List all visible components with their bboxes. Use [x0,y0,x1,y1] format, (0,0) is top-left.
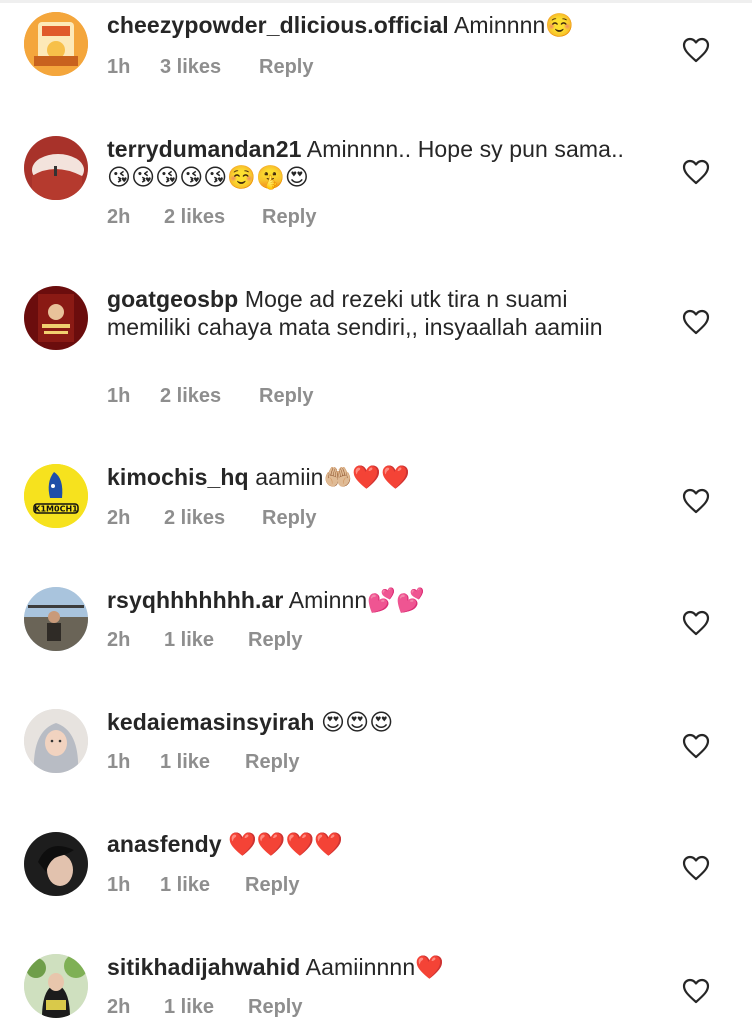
comment-emoji: ❤️ [415,955,444,981]
garden-person-avatar-icon [24,954,88,1018]
avatar[interactable] [24,832,88,896]
comment-likes[interactable]: 1 like [160,874,245,897]
comment-likes[interactable]: 2 likes [164,507,262,530]
comment-message: aamiin [255,464,324,490]
comment-likes[interactable]: 1 like [164,996,248,1019]
snack-product-avatar-icon [24,12,88,76]
comment-message: Aamiinnnn [305,954,416,980]
like-heart-icon[interactable] [682,159,710,185]
comment-emoji: ❤️❤️❤️❤️ [228,832,344,858]
comment-username[interactable]: sitikhadijahwahid [107,954,300,980]
comment-meta: 2h 1 like Reply [107,996,302,1019]
comment-meta: 2h 2 likes Reply [107,507,316,530]
comment-text: terrydumandan21 Aminnnn.. Hope sy pun sa… [107,135,647,192]
comment-likes[interactable]: 1 like [164,629,248,652]
comment-emoji: 😍😍😍 [321,710,394,736]
like-heart-icon[interactable] [682,37,710,63]
comment-message: Aminnnn.. Hope sy pun sama.. [306,136,625,162]
comment-meta: 1h 3 likes Reply [107,56,313,79]
like-heart-icon[interactable] [682,309,710,335]
reply-button[interactable]: Reply [262,206,316,229]
comment-emoji: 💕💕 [367,588,425,614]
comment-meta: 1h 2 likes Reply [107,385,313,408]
comment-meta: 1h 1 like Reply [107,874,299,897]
svg-text:K1M0CH1: K1M0CH1 [34,505,78,514]
like-heart-icon[interactable] [682,978,710,1004]
comment-time: 2h [107,206,131,228]
avatar[interactable]: K1M0CH1 [24,464,88,528]
avatar[interactable] [24,954,88,1018]
comment-likes[interactable]: 2 likes [164,206,262,229]
comment-time: 1h [107,56,131,78]
comment-time: 2h [107,507,131,529]
top-divider [0,0,752,3]
avatar[interactable] [24,136,88,200]
outdoor-person-avatar-icon [24,587,88,651]
like-heart-icon[interactable] [682,733,710,759]
comment-text: kedaiemasinsyirah 😍😍😍 [107,708,647,737]
reply-button[interactable]: Reply [262,507,316,530]
comment-emoji: ☺️ [545,13,575,39]
hijab-person-avatar-icon [24,709,88,773]
comment-username[interactable]: anasfendy [107,831,222,857]
comment-text: cheezypowder_dlicious.official Aminnnn☺️ [107,11,647,40]
reply-button[interactable]: Reply [259,56,313,79]
reply-button[interactable]: Reply [259,385,313,408]
comment-text: sitikhadijahwahid Aamiinnnn❤️ [107,953,647,982]
avatar[interactable] [24,709,88,773]
comment-text: goatgeosbp Moge ad rezeki utk tira n sua… [107,285,647,341]
kimochi-logo-avatar-icon: K1M0CH1 [24,464,88,528]
comment-likes[interactable]: 3 likes [160,56,259,79]
comment-text: anasfendy ❤️❤️❤️❤️ [107,830,647,859]
comment-meta: 2h 1 like Reply [107,629,302,652]
avatar[interactable] [24,12,88,76]
poster-avatar-icon [24,286,88,350]
comment-message: Aminnnn [453,12,546,38]
comment-username[interactable]: terrydumandan21 [107,136,302,162]
comment-username[interactable]: cheezypowder_dlicious.official [107,12,449,38]
avatar[interactable] [24,587,88,651]
comment-time: 1h [107,385,131,407]
comment-time: 2h [107,996,131,1018]
comment-username[interactable]: goatgeosbp [107,286,238,312]
like-heart-icon[interactable] [682,855,710,881]
reply-button[interactable]: Reply [245,874,299,897]
reply-button[interactable]: Reply [245,751,299,774]
comment-text: rsyqhhhhhhh.ar Aminnn💕💕 [107,586,647,615]
portrait-avatar-icon [24,832,88,896]
comment-emoji: 😘😘😘😘😘☺️🤫😍 [107,165,309,191]
comment-likes[interactable]: 2 likes [160,385,259,408]
like-heart-icon[interactable] [682,610,710,636]
reply-button[interactable]: Reply [248,996,302,1019]
landscape-avatar-icon [24,136,88,200]
like-heart-icon[interactable] [682,488,710,514]
comment-meta: 2h 2 likes Reply [107,206,316,229]
comment-time: 1h [107,751,131,773]
comment-likes[interactable]: 1 like [160,751,245,774]
comment-meta: 1h 1 like Reply [107,751,299,774]
comment-username[interactable]: kimochis_hq [107,464,249,490]
comment-text: kimochis_hq aamiin🤲🏼❤️❤️ [107,463,647,492]
comment-time: 1h [107,874,131,896]
reply-button[interactable]: Reply [248,629,302,652]
comment-time: 2h [107,629,131,651]
comment-username[interactable]: kedaiemasinsyirah [107,709,315,735]
comment-username[interactable]: rsyqhhhhhhh.ar [107,587,283,613]
comment-emoji: 🤲🏼❤️❤️ [323,465,410,491]
comment-message: Aminnn [288,587,368,613]
avatar[interactable] [24,286,88,350]
